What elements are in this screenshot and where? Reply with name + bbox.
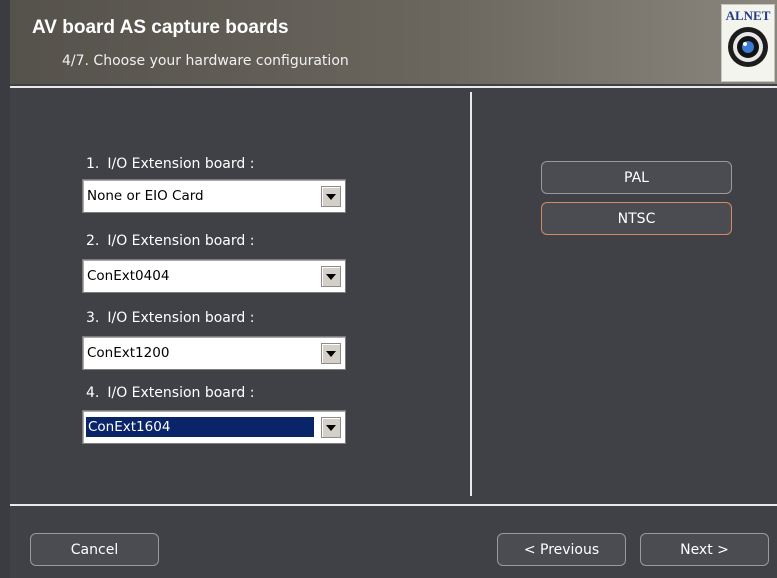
board-1-label: 1. I/O Extension board : (86, 156, 255, 172)
board-4-select[interactable]: ConExt1604 (82, 410, 346, 444)
panel-divider (470, 92, 472, 496)
header-divider (10, 86, 777, 88)
alnet-logo: ALNET (721, 4, 775, 82)
board-3-value: ConExt1200 (87, 345, 170, 361)
wizard-step-subtitle: 4/7. Choose your hardware configuration (62, 53, 349, 69)
board-4-value: ConExt1604 (85, 416, 315, 438)
wizard-title: AV board AS capture boards (32, 17, 289, 38)
board-1-select[interactable]: None or EIO Card (82, 179, 346, 213)
chevron-down-icon[interactable] (321, 186, 341, 207)
chevron-down-icon[interactable] (321, 417, 341, 438)
board-3-label: 3. I/O Extension board : (86, 310, 255, 326)
board-4-label: 4. I/O Extension board : (86, 385, 255, 401)
board-2-value: ConExt0404 (87, 268, 170, 284)
board-1-value: None or EIO Card (87, 188, 204, 204)
cancel-button[interactable]: Cancel (30, 533, 159, 566)
logo-brand-text: ALNET (725, 8, 771, 23)
board-3-select[interactable]: ConExt1200 (82, 336, 346, 370)
board-2-label: 2. I/O Extension board : (86, 233, 255, 249)
wizard-header: AV board AS capture boards 4/7. Choose y… (10, 0, 777, 84)
next-button[interactable]: Next > (640, 533, 769, 566)
left-edge (0, 0, 10, 578)
ntsc-button[interactable]: NTSC (541, 202, 732, 235)
chevron-down-icon[interactable] (321, 266, 341, 287)
pal-button[interactable]: PAL (541, 161, 732, 194)
previous-button[interactable]: < Previous (497, 533, 626, 566)
chevron-down-icon[interactable] (321, 343, 341, 364)
camera-lens-icon (728, 27, 768, 67)
board-2-select[interactable]: ConExt0404 (82, 259, 346, 293)
footer-divider (10, 504, 777, 506)
